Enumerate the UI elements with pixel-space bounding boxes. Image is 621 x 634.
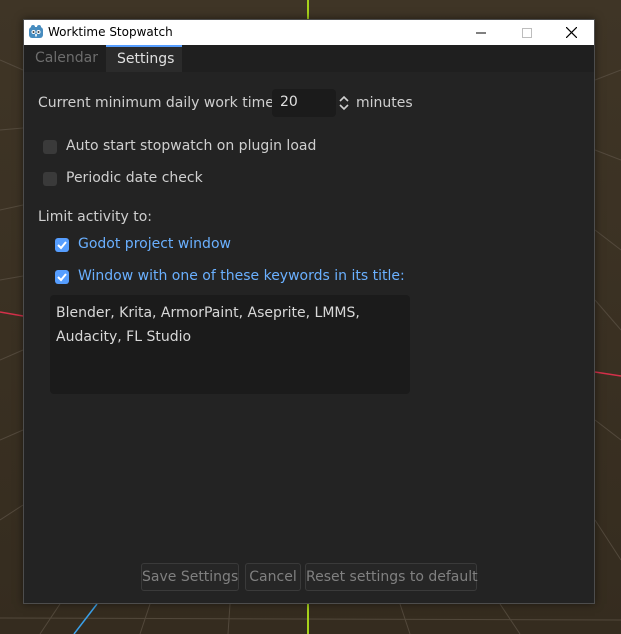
minimize-button[interactable] (458, 20, 504, 45)
title-bar[interactable]: Worktime Stopwatch (24, 20, 594, 45)
min-work-time-value: 20 (280, 94, 298, 110)
worktime-stopwatch-window: Worktime Stopwatch Calendar Settings Cur… (23, 19, 595, 604)
spin-arrows-icon[interactable] (338, 95, 350, 111)
maximize-icon (522, 27, 532, 38)
keyword-window-label[interactable]: Window with one of these keywords in its… (78, 268, 405, 284)
tab-calendar[interactable]: Calendar (24, 45, 106, 72)
reset-settings-button[interactable]: Reset settings to default (305, 563, 478, 591)
periodic-date-check-label[interactable]: Periodic date check (66, 170, 203, 186)
auto-start-label[interactable]: Auto start stopwatch on plugin load (66, 138, 316, 154)
min-work-time-unit: minutes (356, 95, 413, 111)
keywords-textarea[interactable]: Blender, Krita, ArmorPaint, Aseprite, LM… (50, 295, 410, 394)
minimize-icon (476, 32, 486, 33)
min-work-time-label: Current minimum daily work time: (38, 95, 279, 111)
godot-window-label[interactable]: Godot project window (78, 236, 231, 252)
maximize-button[interactable] (504, 20, 550, 45)
godot-window-checkbox[interactable] (55, 238, 69, 252)
window-title: Worktime Stopwatch (48, 25, 173, 39)
checkmark-icon (57, 273, 67, 282)
cancel-button[interactable]: Cancel (245, 563, 301, 591)
save-settings-button[interactable]: Save Settings (141, 563, 239, 591)
min-work-time-input[interactable]: 20 (272, 89, 336, 117)
tab-settings[interactable]: Settings (106, 45, 182, 72)
godot-icon (29, 25, 43, 38)
auto-start-checkbox[interactable] (43, 140, 57, 154)
close-button[interactable] (548, 20, 594, 45)
checkmark-icon (57, 241, 67, 250)
close-icon (565, 27, 577, 38)
periodic-date-check-checkbox[interactable] (43, 172, 57, 186)
tab-bar: Calendar Settings (24, 45, 594, 72)
limit-activity-label: Limit activity to: (38, 209, 152, 225)
keyword-window-checkbox[interactable] (55, 270, 69, 284)
